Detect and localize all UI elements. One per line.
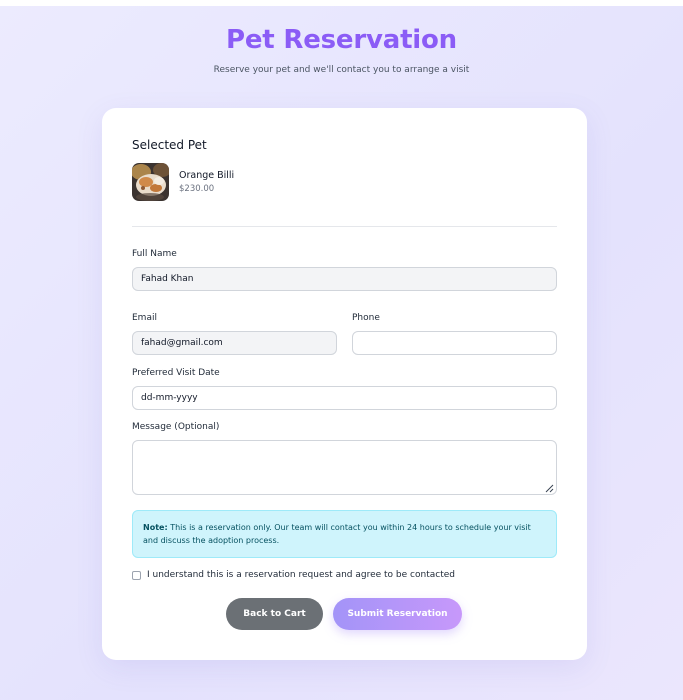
phone-input[interactable] <box>352 331 557 355</box>
pet-price: $230.00 <box>179 184 215 194</box>
visit-date-input[interactable] <box>132 386 557 410</box>
back-to-cart-button[interactable]: Back to Cart <box>226 598 323 630</box>
full-name-input[interactable] <box>132 267 557 291</box>
submit-reservation-button[interactable]: Submit Reservation <box>333 598 462 630</box>
phone-label: Phone <box>352 313 380 323</box>
email-input[interactable] <box>132 331 337 355</box>
page-subtitle: Reserve your pet and we'll contact you t… <box>213 65 470 75</box>
top-edge <box>0 0 683 6</box>
reservation-card: Selected Pet Orange Billi $230.00 Full N… <box>102 108 587 660</box>
pet-photo <box>132 163 169 201</box>
message-label: Message (Optional) <box>132 422 220 432</box>
agreement-label[interactable]: I understand this is a reservation reque… <box>147 570 455 580</box>
reservation-note: Note: This is a reservation only. Our te… <box>132 510 557 558</box>
page-title: Pet Reservation <box>226 25 457 55</box>
agreement-checkbox[interactable] <box>132 571 141 580</box>
message-textarea[interactable] <box>132 440 557 495</box>
email-label: Email <box>132 313 157 323</box>
selected-pet-heading: Selected Pet <box>132 138 207 152</box>
note-prefix: Note: <box>143 523 168 532</box>
note-text: This is a reservation only. Our team wil… <box>143 523 531 545</box>
resize-handle-icon[interactable] <box>545 484 554 493</box>
full-name-label: Full Name <box>132 249 177 259</box>
visit-date-label: Preferred Visit Date <box>132 368 220 378</box>
divider <box>132 226 557 227</box>
pet-name: Orange Billi <box>179 170 235 181</box>
